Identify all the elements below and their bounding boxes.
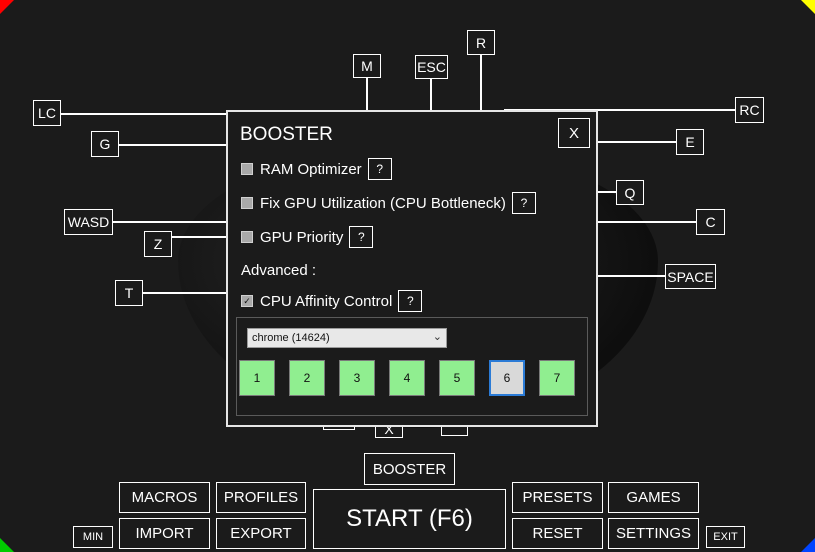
- help-button[interactable]: ?: [398, 290, 423, 312]
- core-button[interactable]: 4: [389, 360, 425, 396]
- import-button[interactable]: IMPORT: [119, 518, 210, 549]
- connector-line: [596, 221, 696, 223]
- corner-green: [0, 538, 14, 552]
- settings-button[interactable]: SETTINGS: [608, 518, 699, 549]
- connector-line: [430, 79, 432, 111]
- ram-optimizer-label: RAM Optimizer: [260, 160, 362, 178]
- corner-red: [0, 0, 14, 14]
- core-button[interactable]: 6: [489, 360, 525, 396]
- process-select[interactable]: chrome (14624) ⌄: [247, 328, 447, 348]
- key-m[interactable]: M: [353, 54, 381, 78]
- core-button[interactable]: 2: [289, 360, 325, 396]
- affinity-panel: chrome (14624) ⌄ 1 2 3 4 5 6 7: [236, 317, 588, 416]
- key-wasd[interactable]: WASD: [64, 209, 113, 235]
- key-t[interactable]: T: [115, 280, 143, 306]
- min-button[interactable]: MIN: [73, 526, 113, 548]
- core-button[interactable]: 5: [439, 360, 475, 396]
- chevron-down-icon: ⌄: [432, 331, 442, 343]
- fix-gpu-checkbox[interactable]: [241, 197, 253, 209]
- help-button[interactable]: ?: [349, 226, 374, 248]
- key-lc[interactable]: LC: [33, 100, 61, 126]
- key-r[interactable]: R: [467, 30, 495, 55]
- ram-optimizer-checkbox[interactable]: [241, 163, 253, 175]
- connector-line: [112, 221, 228, 223]
- key-e[interactable]: E: [676, 129, 704, 155]
- export-button[interactable]: EXPORT: [216, 518, 306, 549]
- macros-button[interactable]: MACROS: [119, 482, 210, 513]
- profiles-button[interactable]: PROFILES: [216, 482, 306, 513]
- fix-gpu-label: Fix GPU Utilization (CPU Bottleneck): [260, 194, 506, 212]
- core-button[interactable]: 3: [339, 360, 375, 396]
- corner-yellow: [801, 0, 815, 14]
- key-rc[interactable]: RC: [735, 97, 764, 123]
- corner-blue: [801, 538, 815, 552]
- connector-line: [596, 141, 676, 143]
- connector-line: [60, 113, 228, 115]
- option-ram-optimizer: RAM Optimizer ?: [241, 158, 392, 180]
- option-cpu-affinity: ✓ CPU Affinity Control ?: [241, 290, 423, 312]
- key-z[interactable]: Z: [144, 231, 172, 257]
- connector-line: [596, 191, 616, 193]
- start-button[interactable]: START (F6): [313, 489, 506, 549]
- cpu-affinity-label: CPU Affinity Control: [260, 292, 393, 310]
- gpu-priority-label: GPU Priority: [260, 228, 344, 246]
- key-c[interactable]: C: [696, 209, 725, 235]
- connector-line: [117, 144, 228, 146]
- booster-dialog: BOOSTER X RAM Optimizer ? Fix GPU Utiliz…: [226, 110, 598, 427]
- cpu-affinity-checkbox[interactable]: ✓: [241, 295, 253, 307]
- connector-line: [596, 275, 666, 277]
- option-fix-gpu: Fix GPU Utilization (CPU Bottleneck) ?: [241, 192, 536, 214]
- dialog-title: BOOSTER: [240, 124, 333, 145]
- gpu-priority-checkbox[interactable]: [241, 231, 253, 243]
- booster-button[interactable]: BOOSTER: [364, 453, 455, 485]
- help-button[interactable]: ?: [367, 158, 392, 180]
- connector-line: [480, 55, 482, 111]
- close-button[interactable]: X: [558, 118, 590, 148]
- reset-button[interactable]: RESET: [512, 518, 603, 549]
- key-q[interactable]: Q: [616, 180, 644, 205]
- key-space[interactable]: SPACE: [665, 264, 716, 289]
- exit-button[interactable]: EXIT: [706, 526, 745, 548]
- option-gpu-priority: GPU Priority ?: [241, 226, 374, 248]
- connector-line: [169, 236, 228, 238]
- key-g[interactable]: G: [91, 131, 119, 157]
- connector-line: [142, 292, 228, 294]
- games-button[interactable]: GAMES: [608, 482, 699, 513]
- advanced-label: Advanced :: [241, 262, 317, 279]
- core-button[interactable]: 1: [239, 360, 275, 396]
- process-select-value: chrome (14624): [252, 332, 330, 344]
- help-button[interactable]: ?: [511, 192, 536, 214]
- presets-button[interactable]: PRESETS: [512, 482, 603, 513]
- core-button[interactable]: 7: [539, 360, 575, 396]
- key-esc[interactable]: ESC: [415, 55, 448, 79]
- connector-line: [366, 78, 368, 111]
